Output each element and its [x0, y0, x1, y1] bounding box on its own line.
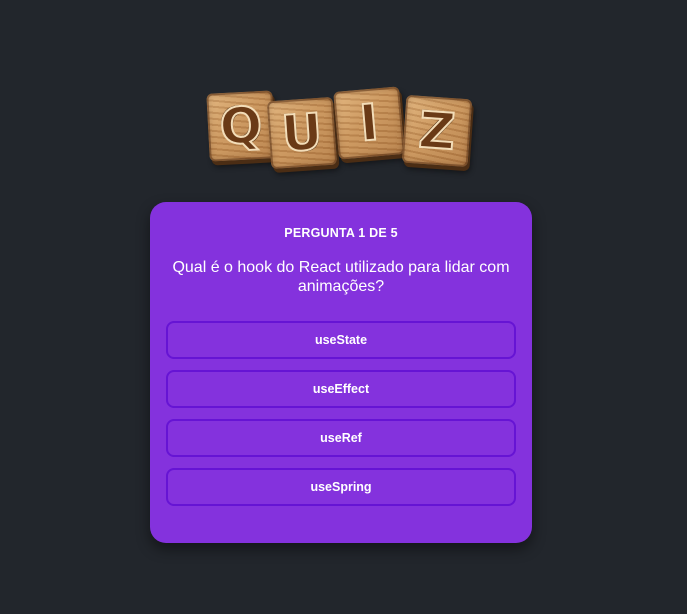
question-text: Qual é o hook do React utilizado para li… [172, 259, 510, 295]
logo-letter: I [356, 92, 382, 153]
quiz-card: PERGUNTA 1 DE 5 Qual é o hook do React u… [150, 202, 532, 543]
question-counter: PERGUNTA 1 DE 5 [284, 226, 398, 240]
logo-tile-z: Z [401, 94, 473, 168]
logo-tile-i: I [333, 86, 405, 160]
answer-button-useeffect[interactable]: useEffect [166, 370, 516, 408]
quiz-logo: Q U I Z [0, 0, 687, 200]
logo-letter: U [279, 102, 326, 165]
logo-letter: Z [416, 100, 458, 162]
quiz-page: Q U I Z PERGUNTA 1 DE 5 Qual é o hook do… [0, 0, 687, 614]
logo-tile-q: Q [206, 90, 276, 162]
answer-button-usespring[interactable]: useSpring [166, 468, 516, 506]
logo-letter: Q [217, 95, 264, 157]
answer-list: useState useEffect useRef useSpring [166, 321, 516, 517]
logo-tile-u: U [266, 96, 338, 170]
answer-button-useref[interactable]: useRef [166, 419, 516, 457]
answer-button-usestate[interactable]: useState [166, 321, 516, 359]
